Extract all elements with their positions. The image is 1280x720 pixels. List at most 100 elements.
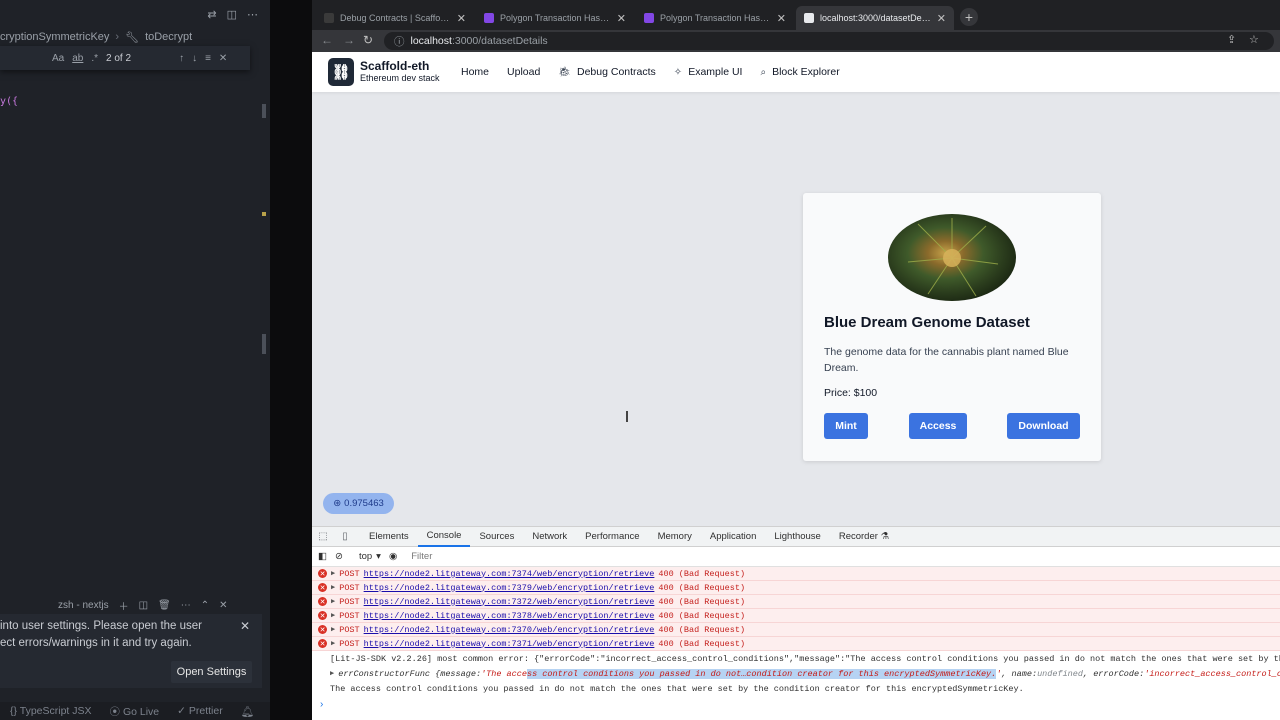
balance-badge[interactable]: ⊛ 0.975463 (323, 493, 394, 514)
console-error-row[interactable]: ✕ ▶ POST https://node2.litgateway.com:7374/… (312, 567, 1280, 581)
browser-tab[interactable]: Polygon Transaction Hash (Txhash) ✕ (476, 6, 634, 30)
sidebar-toggle-icon[interactable]: ◧ (318, 551, 327, 562)
trash-icon[interactable]: 🗑︎ (158, 600, 171, 611)
nav-home[interactable]: Home (452, 59, 498, 85)
prettier-status[interactable]: ✓ Prettier (177, 705, 223, 717)
request-link[interactable]: https://node2.litgateway.com:7379/web/en… (364, 583, 655, 593)
browser-tab-active[interactable]: localhost:3000/datasetDetails ✕ (796, 6, 954, 30)
browser-tab[interactable]: Debug Contracts | Scaffold-ETH ✕ (316, 6, 474, 30)
nav-upload[interactable]: Upload (498, 59, 549, 85)
request-link[interactable]: https://node2.litgateway.com:7378/web/en… (364, 611, 655, 621)
device-toolbar-icon[interactable]: ▯ (334, 531, 356, 542)
language-mode[interactable]: {} TypeScript JSX (10, 705, 92, 717)
chevron-up-icon[interactable]: ⌃ (201, 600, 209, 611)
close-icon[interactable]: ✕ (219, 600, 227, 611)
inspect-element-icon[interactable]: ⬚ (312, 531, 334, 542)
more-actions-icon[interactable]: ⋯ (247, 8, 258, 21)
address-bar[interactable]: ⓘ localhost:3000/datasetDetails (384, 32, 1274, 50)
request-link[interactable]: https://node2.litgateway.com:7374/web/en… (364, 569, 655, 579)
console-error-row[interactable]: ✕ ▶ POST https://node2.litgateway.com:7379/… (312, 581, 1280, 595)
tab-console[interactable]: Console (417, 527, 471, 547)
access-button[interactable]: Access (909, 413, 967, 439)
brand[interactable]: Scaffold-eth Ethereum dev stack (360, 60, 440, 84)
close-icon[interactable]: ✕ (617, 12, 626, 25)
console-error-row[interactable]: ✕ ▶ POST https://node2.litgateway.com:7371/… (312, 637, 1280, 651)
close-icon[interactable]: ✕ (219, 53, 227, 64)
reload-icon[interactable]: ↻ (363, 33, 373, 47)
bookmark-star-icon[interactable]: ☆ (1249, 33, 1259, 46)
console-object-row[interactable]: ▶ errConstructorFunc {message: 'The acce… (312, 666, 1280, 681)
tab-sources[interactable]: Sources (470, 527, 523, 547)
nav-debug-contracts[interactable]: 🐞︎ Debug Contracts (549, 59, 665, 85)
terminal-label[interactable]: zsh - nextjs (58, 600, 109, 611)
expand-triangle-icon[interactable]: ▶ (331, 569, 335, 578)
request-link[interactable]: https://node2.litgateway.com:7370/web/en… (364, 625, 655, 635)
breadcrumb-item[interactable]: cryptionSymmetricKey (0, 31, 109, 43)
share-icon[interactable]: ⇪ (1227, 33, 1236, 46)
request-link[interactable]: https://node2.litgateway.com:7372/web/en… (364, 597, 655, 607)
notifications-icon[interactable]: 🔔︎ (241, 705, 254, 718)
split-terminal-icon[interactable]: ◫ (139, 600, 148, 611)
url-host: localhost (410, 35, 452, 47)
new-terminal-icon[interactable]: ＋ (119, 598, 129, 613)
more-actions-icon[interactable]: ⋯ (181, 600, 191, 611)
dataset-description: The genome data for the cannabis plant n… (824, 346, 1069, 374)
info-icon[interactable]: ⓘ (394, 34, 405, 49)
context-selector[interactable]: top ▾ (359, 551, 381, 562)
tab-memory[interactable]: Memory (649, 527, 701, 547)
nav-block-explorer[interactable]: ⌕ Block Explorer (751, 59, 848, 85)
console-error-row[interactable]: ✕ ▶ POST https://node2.litgateway.com:7370/… (312, 623, 1280, 637)
console-log-row[interactable]: The access control conditions you passed… (312, 681, 1280, 696)
eye-icon[interactable]: ◉ (389, 551, 397, 562)
regex-toggle[interactable]: .* (91, 53, 98, 64)
mint-button[interactable]: Mint (824, 413, 868, 439)
compare-changes-icon[interactable]: ⇄ (207, 8, 216, 21)
console-log-row[interactable]: [Lit-JS-SDK v2.2.26] most common error: … (312, 651, 1280, 666)
expand-triangle-icon[interactable]: ▶ (331, 583, 335, 592)
forward-icon[interactable]: → (343, 33, 355, 47)
console-error-row[interactable]: ✕ ▶ POST https://node2.litgateway.com:7378/… (312, 609, 1280, 623)
close-icon[interactable]: ✕ (457, 12, 466, 25)
close-icon[interactable]: ✕ (777, 12, 786, 25)
window-gap (270, 0, 312, 720)
match-word-toggle[interactable]: ab (72, 53, 83, 64)
text-cursor-icon (626, 411, 628, 422)
console-error-row[interactable]: ✕ ▶ POST https://node2.litgateway.com:7372/… (312, 595, 1280, 609)
tab-network[interactable]: Network (523, 527, 576, 547)
expand-triangle-icon[interactable]: ▶ (331, 625, 335, 634)
go-live-button[interactable]: ⦿ Go Live (110, 704, 160, 719)
tab-lighthouse[interactable]: Lighthouse (765, 527, 829, 547)
expand-triangle-icon[interactable]: ▶ (330, 669, 334, 678)
scaffold-logo-icon[interactable]: ⛓︎ (328, 58, 354, 86)
console-prompt-icon[interactable]: › (320, 699, 323, 710)
tab-elements[interactable]: Elements (360, 527, 418, 547)
expand-triangle-icon[interactable]: ▶ (331, 611, 335, 620)
notification-text: into user settings. Please open the user (0, 620, 203, 632)
scrollbar-thumb[interactable] (262, 334, 266, 354)
request-link[interactable]: https://node2.litgateway.com:7371/web/en… (364, 639, 655, 649)
url-path: :3000/datasetDetails (451, 35, 548, 47)
tab-recorder[interactable]: Recorder ⚗︎ (830, 527, 898, 547)
back-icon[interactable]: ← (321, 33, 333, 47)
find-in-selection-icon[interactable]: ≡ (205, 53, 211, 64)
next-match-icon[interactable]: ↓ (192, 53, 197, 64)
new-tab-button[interactable]: + (960, 8, 978, 26)
breadcrumb-item[interactable]: toDecrypt (145, 31, 192, 43)
tab-performance[interactable]: Performance (576, 527, 648, 547)
expand-triangle-icon[interactable]: ▶ (331, 597, 335, 606)
clear-console-icon[interactable]: ⊘ (335, 551, 343, 562)
filter-input[interactable]: Filter (411, 551, 432, 562)
previous-match-icon[interactable]: ↑ (179, 53, 184, 64)
open-settings-button[interactable]: Open Settings (171, 661, 252, 683)
download-button[interactable]: Download (1007, 413, 1080, 439)
match-case-toggle[interactable]: Aa (52, 53, 64, 64)
expand-triangle-icon[interactable]: ▶ (331, 639, 335, 648)
split-editor-icon[interactable]: ◫ (227, 8, 237, 21)
browser-tab[interactable]: Polygon Transaction Hash (Txhash) ✕ (636, 6, 794, 30)
close-icon[interactable]: ✕ (937, 12, 946, 25)
tab-application[interactable]: Application (701, 527, 765, 547)
code-line: y({ (0, 96, 19, 107)
close-icon[interactable]: ✕ (240, 618, 250, 635)
nav-example-ui[interactable]: ✧ Example UI (665, 59, 752, 85)
search-icon: ⌕ (760, 66, 767, 78)
